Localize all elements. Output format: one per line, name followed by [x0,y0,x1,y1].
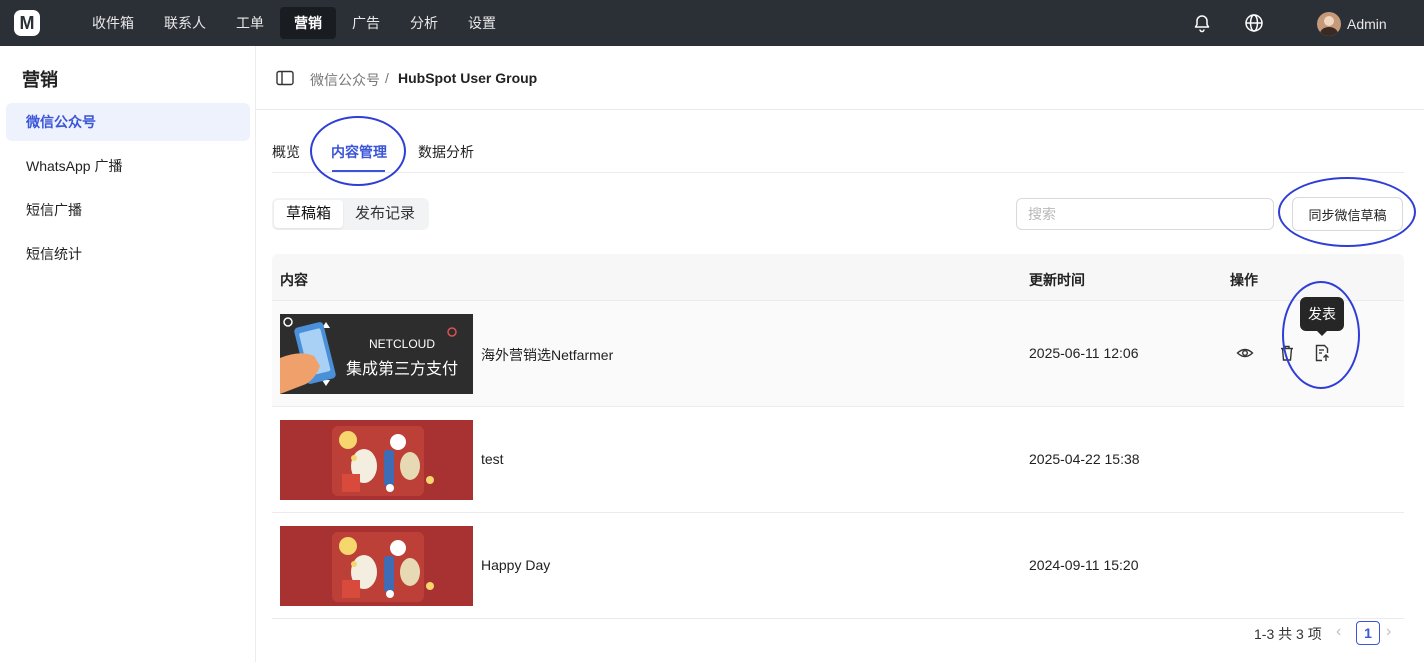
avatar [1317,12,1341,36]
pagination-total: 1-3 共 3 项 [1254,626,1322,642]
annotation-circle-publish [1282,281,1360,389]
sidebar-toggle-icon[interactable] [276,70,294,86]
column-actions: 操作 [1230,272,1258,288]
nav-tickets[interactable]: 工单 [222,7,278,39]
thumbnail-caption: 集成第三方支付 [346,359,458,378]
draft-segmented-control: 草稿箱 发布记录 [272,198,430,230]
article-title[interactable]: 海外营销选Netfarmer [481,345,613,365]
eye-icon[interactable] [1236,344,1254,362]
nav-contacts[interactable]: 联系人 [150,7,220,39]
table-header: 内容 更新时间 操作 [272,254,1404,301]
user-name: Admin [1347,16,1387,32]
globe-icon[interactable] [1244,13,1264,33]
nav-analytics[interactable]: 分析 [396,7,452,39]
nav-ads[interactable]: 广告 [338,7,394,39]
column-updated: 更新时间 [1029,272,1085,288]
breadcrumb-parent[interactable]: 微信公众号 [310,70,380,90]
breadcrumb-separator: / [385,70,389,86]
sidebar-item-sms-broadcast[interactable]: 短信广播 [6,191,250,229]
updated-time: 2025-04-22 15:38 [1029,451,1140,467]
page-header: 微信公众号 / HubSpot User Group [256,46,1424,110]
table-row[interactable]: NETCLOUD 集成第三方支付 海外营销选Netfarmer 2025-06-… [272,301,1404,407]
sidebar: 营销 微信公众号 WhatsApp 广播 短信广播 短信统计 [0,46,256,662]
content-tabs: 概览 内容管理 数据分析 [272,130,1404,173]
article-title[interactable]: test [481,451,504,467]
segment-drafts[interactable]: 草稿箱 [274,200,344,228]
column-content: 内容 [280,272,308,288]
annotation-circle-tab [310,116,406,186]
article-thumbnail [280,420,473,500]
search-input[interactable] [1016,198,1274,230]
sidebar-item-sms-stats[interactable]: 短信统计 [6,235,250,273]
table-row[interactable]: Happy Day 2024-09-11 15:20 [272,513,1404,619]
nav-marketing[interactable]: 营销 [280,7,336,39]
article-thumbnail: NETCLOUD 集成第三方支付 [280,314,473,394]
sidebar-title: 营销 [22,70,58,90]
pagination-page[interactable]: 1 [1356,621,1380,645]
user-menu[interactable]: Admin [1317,11,1387,37]
updated-time: 2024-09-11 15:20 [1029,557,1139,573]
updated-time: 2025-06-11 12:06 [1029,345,1139,361]
sidebar-item-wechat[interactable]: 微信公众号 [6,103,250,141]
drafts-table: 内容 更新时间 操作 NETCLOUD 集成第三方支付 海外营销选Netfarm… [272,254,1404,619]
article-title[interactable]: Happy Day [481,557,550,573]
tab-overview[interactable]: 概览 [272,142,300,162]
annotation-circle-sync [1278,177,1416,247]
top-navbar: M 收件箱 联系人 工单 营销 广告 分析 设置 Admin [0,0,1424,46]
chevron-left-icon[interactable]: ‹ [1336,623,1350,641]
app-logo[interactable]: M [14,10,40,36]
nav-inbox[interactable]: 收件箱 [78,7,148,39]
article-thumbnail [280,526,473,606]
sidebar-item-whatsapp-broadcast[interactable]: WhatsApp 广播 [6,147,250,185]
thumbnail-text: NETCLOUD [369,337,435,351]
breadcrumb-current: HubSpot User Group [398,70,538,86]
table-row[interactable]: test 2025-04-22 15:38 [272,407,1404,513]
main-nav: 收件箱 联系人 工单 营销 广告 分析 设置 [78,7,512,39]
nav-settings[interactable]: 设置 [454,7,510,39]
chevron-right-icon[interactable]: › [1386,623,1400,641]
bell-icon[interactable] [1192,13,1212,33]
tab-data-analysis[interactable]: 数据分析 [418,142,474,162]
segment-publish-records[interactable]: 发布记录 [343,200,427,228]
